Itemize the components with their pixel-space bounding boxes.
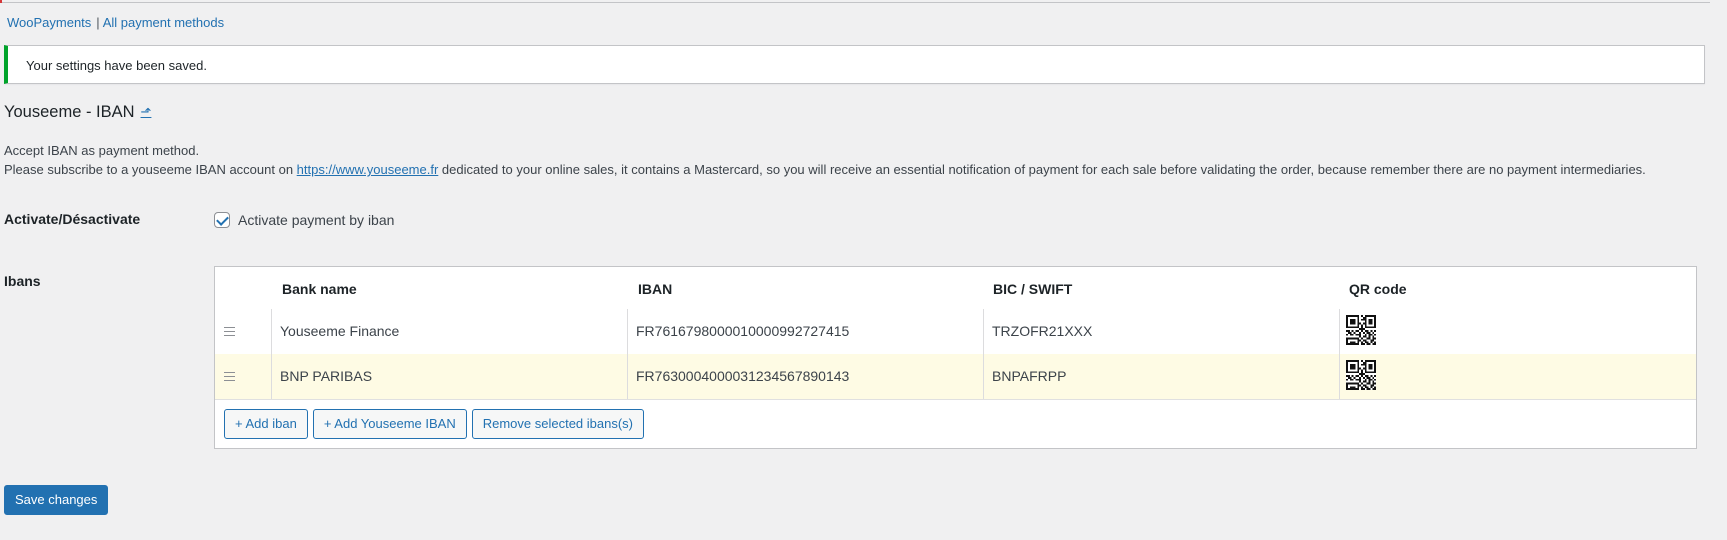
drag-handle-icon[interactable] <box>215 309 271 354</box>
drag-handle-icon[interactable] <box>215 354 271 399</box>
qr-code-icon <box>1346 315 1376 345</box>
bank-name-cell[interactable]: Youseeme Finance <box>271 309 627 354</box>
youseeme-website-link[interactable]: https://www.youseeme.fr <box>297 162 439 177</box>
breadcrumb-all-payment-methods-link[interactable]: All payment methods <box>103 15 224 30</box>
table-row[interactable]: BNP PARIBAS FR7630004000031234567890143 … <box>215 354 1696 400</box>
save-changes-button[interactable]: Save changes <box>4 485 109 515</box>
breadcrumb: WooPayments | All payment methods <box>7 15 224 30</box>
col-header-bic: BIC / SWIFT <box>993 281 1073 297</box>
page-description: Accept IBAN as payment method. Please su… <box>4 141 1646 179</box>
description-text-after: dedicated to your online sales, it conta… <box>438 162 1646 177</box>
bic-cell[interactable]: TRZOFR21XXX <box>983 309 1339 354</box>
iban-cell[interactable]: FR7616798000010000992727415 <box>627 309 983 354</box>
bank-name-cell[interactable]: BNP PARIBAS <box>271 354 627 399</box>
page-title-text: Youseeme - IBAN <box>4 103 135 121</box>
qr-cell <box>1339 309 1696 354</box>
breadcrumb-separator: | <box>96 15 100 30</box>
error-marker <box>0 0 2 3</box>
activate-checkbox-label: Activate payment by iban <box>238 212 395 228</box>
notice-text: Your settings have been saved. <box>26 58 207 73</box>
ibans-table-header: Bank name IBAN BIC / SWIFT QR code <box>215 267 1696 310</box>
settings-saved-notice: Your settings have been saved. <box>4 45 1705 84</box>
activate-checkbox-field[interactable]: Activate payment by iban <box>214 212 394 228</box>
qr-cell <box>1339 354 1696 399</box>
ibans-actions: + Add iban + Add Youseeme IBAN Remove se… <box>224 409 645 439</box>
breadcrumb-woopayments-link[interactable]: WooPayments <box>7 15 91 30</box>
col-header-bank-name: Bank name <box>282 281 357 297</box>
add-iban-button[interactable]: + Add iban <box>224 409 308 439</box>
description-line-1: Accept IBAN as payment method. <box>4 143 200 158</box>
return-link-icon[interactable]: ⬏ <box>141 104 152 120</box>
activate-checkbox[interactable] <box>214 212 230 228</box>
col-header-qr-code: QR code <box>1349 281 1407 297</box>
iban-cell[interactable]: FR7630004000031234567890143 <box>627 354 983 399</box>
qr-code-icon <box>1346 360 1376 390</box>
ibans-table: Bank name IBAN BIC / SWIFT QR code Youse… <box>214 266 1697 449</box>
remove-selected-ibans-button[interactable]: Remove selected ibans(s) <box>471 409 645 439</box>
activate-label: Activate/Désactivate <box>4 211 141 227</box>
bic-cell[interactable]: BNPAFRPP <box>983 354 1339 399</box>
ibans-label: Ibans <box>4 273 41 289</box>
add-youseeme-iban-button[interactable]: + Add Youseeme IBAN <box>312 409 467 439</box>
description-text-before: Please subscribe to a youseeme IBAN acco… <box>4 162 297 177</box>
description-line-2: Please subscribe to a youseeme IBAN acco… <box>4 160 1646 179</box>
top-frame-border <box>0 0 1710 3</box>
col-header-iban: IBAN <box>638 281 673 297</box>
page-title: Youseeme - IBAN ⬏ <box>4 103 151 122</box>
table-row[interactable]: Youseeme Finance FR761679800001000099272… <box>215 309 1696 355</box>
